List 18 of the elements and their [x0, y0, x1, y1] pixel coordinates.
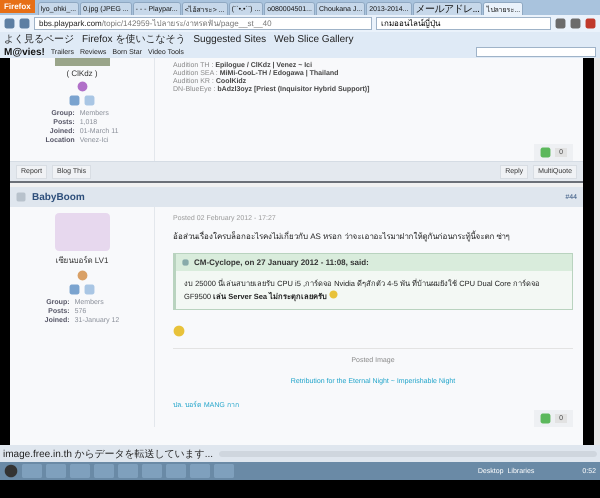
- toolbar-search-field[interactable]: [476, 47, 596, 57]
- avatar-placeholder: [54, 213, 110, 251]
- toolbar-logo: M@vies!: [4, 46, 45, 58]
- browser-tab[interactable]: メールアドレ...: [412, 2, 482, 15]
- member-rank: เซียนบอร์ด LV1: [56, 254, 108, 267]
- search-field[interactable]: เกมออนไลน์ญี่ปุ่น: [376, 17, 551, 30]
- member-name: ( ClKdz ): [66, 69, 98, 78]
- quote-citation: CM-Cyclope, on 27 January 2012 - 11:08, said:: [194, 258, 369, 267]
- scrollbar[interactable]: [594, 58, 600, 445]
- bookmark-link[interactable]: Web Slice Gallery: [274, 34, 354, 44]
- status-text: image.free.in.th からデータを転送しています...: [3, 448, 214, 460]
- bookmark-link[interactable]: Suggested Sites: [193, 34, 266, 44]
- bookmark-link[interactable]: Firefox を使いこなそう: [82, 32, 186, 46]
- address-bar[interactable]: bbs.playpark.com/topic/142959-ไปลายระ/งาหรดฟัน/page__st__40: [34, 17, 372, 30]
- bookmark-link[interactable]: よく見るページ: [4, 32, 74, 46]
- author-name[interactable]: BabyBoom: [32, 192, 85, 202]
- avatar-placeholder: [54, 58, 110, 66]
- post-text: อ้อส่วนเรื่องใครบล็อกอะไรคงไม่เกี่ยวกับ AS หรอก ว่าจะเอาอะไรมาฝากให้ดูกันก่อนกระทู้นี้จะตก ซ่าๆ: [173, 230, 511, 243]
